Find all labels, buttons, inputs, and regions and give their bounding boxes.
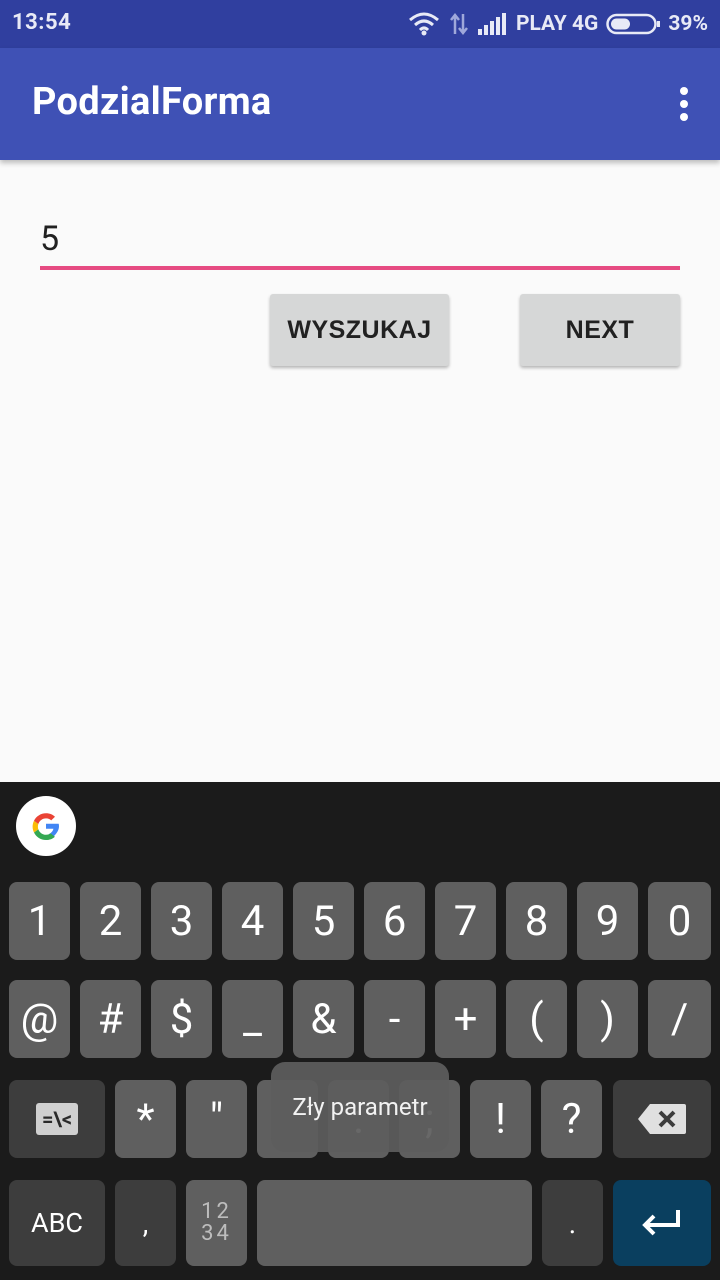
overflow-dot: [680, 87, 688, 95]
status-icons: PLAY 4G 39%: [408, 8, 708, 40]
key-question[interactable]: ?: [541, 1080, 602, 1158]
enter-key[interactable]: [613, 1180, 711, 1266]
key-open-paren[interactable]: (: [506, 980, 567, 1058]
soft-keyboard: 1 2 3 4 5 6 7 8 9 0 @ # $ _ & - + ( ) / …: [0, 782, 720, 1280]
wifi-icon: [408, 12, 440, 36]
key-9[interactable]: 9: [577, 882, 638, 960]
numeric-key-label-bottom: 34: [201, 1221, 232, 1246]
key-2[interactable]: 2: [80, 882, 141, 960]
key-dollar[interactable]: $: [151, 980, 212, 1058]
key-hash[interactable]: #: [80, 980, 141, 1058]
backspace-key[interactable]: [613, 1080, 711, 1158]
overflow-menu-icon[interactable]: [672, 84, 696, 124]
key-plus[interactable]: +: [435, 980, 496, 1058]
error-toast: Zły parametr: [271, 1062, 449, 1152]
key-8[interactable]: 8: [506, 882, 567, 960]
backspace-icon: [638, 1104, 686, 1134]
google-icon[interactable]: [16, 796, 76, 856]
status-bar: 13:54 PLAY 4G 39%: [0, 0, 720, 48]
key-minus[interactable]: -: [364, 980, 425, 1058]
key-quote[interactable]: ": [186, 1080, 247, 1158]
carrier-label: PLAY 4G: [515, 12, 599, 36]
key-3[interactable]: 3: [151, 882, 212, 960]
comma-key[interactable]: ,: [115, 1180, 176, 1266]
numeric-key[interactable]: 12 34: [186, 1180, 247, 1266]
key-exclamation[interactable]: !: [470, 1080, 531, 1158]
period-key[interactable]: .: [542, 1180, 603, 1266]
key-4[interactable]: 4: [222, 882, 283, 960]
key-5[interactable]: 5: [293, 882, 354, 960]
signal-icon: [477, 13, 508, 35]
key-at[interactable]: @: [9, 980, 70, 1058]
app-title: PodzialForma: [32, 80, 272, 124]
space-key[interactable]: [257, 1180, 532, 1266]
key-1[interactable]: 1: [9, 882, 70, 960]
search-button[interactable]: WYSZUKAJ: [270, 294, 449, 366]
battery-icon: [606, 13, 661, 35]
key-6[interactable]: 6: [364, 882, 425, 960]
abc-key[interactable]: ABC: [9, 1180, 105, 1266]
next-button[interactable]: NEXT: [520, 294, 680, 366]
overflow-dot: [680, 113, 688, 121]
more-symbols-label: =\<: [35, 1103, 79, 1135]
key-asterisk[interactable]: *: [115, 1080, 176, 1158]
status-time: 13:54: [12, 10, 72, 35]
numeric-key-label-top: 12: [201, 1199, 232, 1224]
main-content: WYSZUKAJ NEXT: [0, 160, 720, 782]
overflow-dot: [680, 100, 688, 108]
key-7[interactable]: 7: [435, 882, 496, 960]
screen: 13:54 PLAY 4G 39% PodzialForma 5 WYSZUKA…: [0, 0, 720, 1280]
key-close-paren[interactable]: ): [577, 980, 638, 1058]
key-underscore[interactable]: _: [222, 980, 283, 1058]
number-input[interactable]: [40, 212, 680, 270]
more-symbols-key[interactable]: =\<: [9, 1080, 105, 1158]
key-0[interactable]: 0: [648, 882, 711, 960]
data-transfer-icon: [448, 12, 470, 36]
battery-percent: 39%: [668, 12, 708, 36]
key-slash[interactable]: /: [648, 980, 711, 1058]
key-ampersand[interactable]: &: [293, 980, 354, 1058]
enter-icon: [642, 1210, 680, 1236]
app-bar: PodzialForma: [0, 48, 720, 160]
